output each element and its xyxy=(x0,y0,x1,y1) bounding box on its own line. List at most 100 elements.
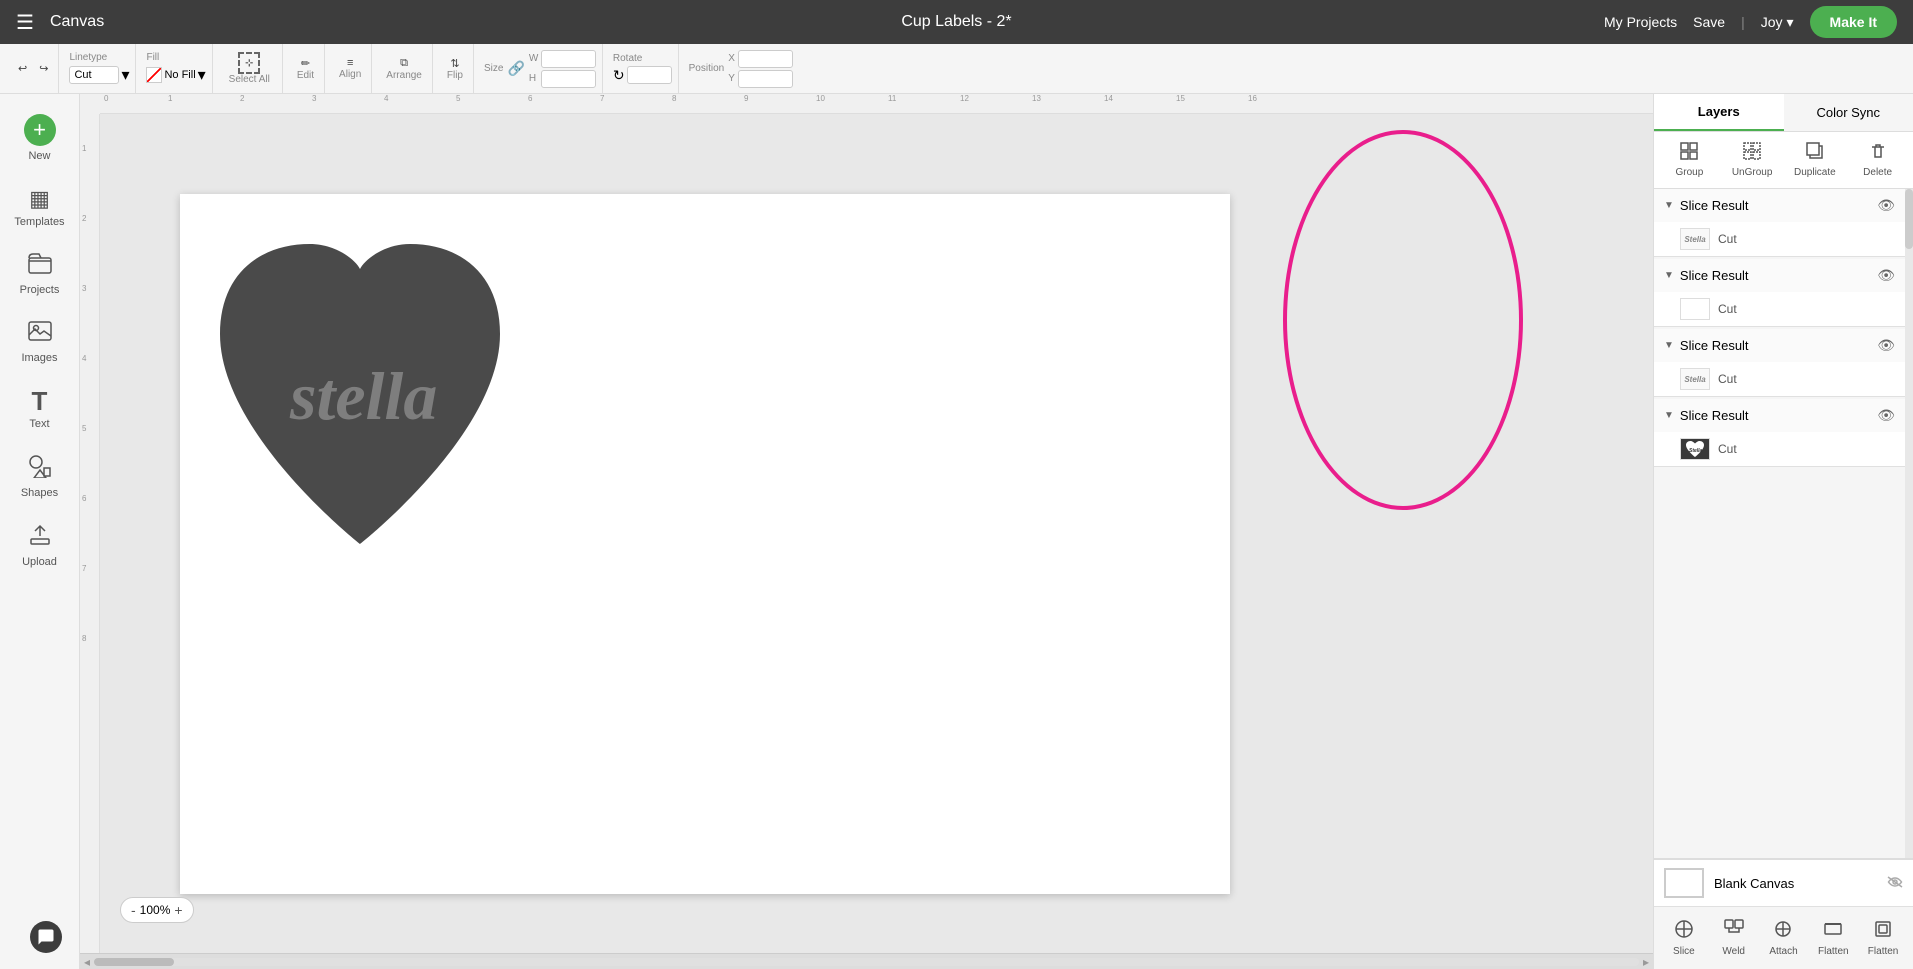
chat-bubble-button[interactable] xyxy=(30,921,62,953)
sidebar-item-projects[interactable]: Projects xyxy=(0,240,79,308)
ungroup-label: UnGroup xyxy=(1732,167,1773,178)
sidebar-templates-label: Templates xyxy=(14,216,64,228)
flatten2-button[interactable]: Flatten xyxy=(1859,913,1907,963)
width-input[interactable] xyxy=(541,50,596,68)
scroll-right-button[interactable]: ▸ xyxy=(1643,955,1649,969)
new-icon: + xyxy=(24,114,56,146)
blank-canvas-visibility-button[interactable] xyxy=(1887,876,1903,891)
layer-3-thumb-text: Stella xyxy=(1684,375,1705,384)
flatten-icon xyxy=(1823,919,1843,944)
save-button[interactable]: Save xyxy=(1693,14,1725,30)
layer-3-title: Slice Result xyxy=(1680,338,1877,353)
layer-3-item: Stella Cut xyxy=(1654,362,1905,396)
rotate-input[interactable] xyxy=(627,66,672,84)
text-icon: T xyxy=(32,388,48,414)
layer-group-4-header[interactable]: ▼ Slice Result 👁 xyxy=(1654,399,1905,432)
make-it-button[interactable]: Make It xyxy=(1810,6,1897,38)
arrange-button[interactable]: ⧉ Arrange xyxy=(382,53,426,85)
user-menu[interactable]: Joy ▾ xyxy=(1761,14,1794,31)
canvas-viewport[interactable]: stella - 100% + xyxy=(100,114,1653,953)
select-all-icon: ⊹ xyxy=(238,52,260,74)
layer-1-title: Slice Result xyxy=(1680,198,1877,213)
sidebar-item-new[interactable]: + New xyxy=(0,102,79,174)
layers-scrollbar[interactable] xyxy=(1905,189,1913,858)
y-input[interactable] xyxy=(738,70,793,88)
blank-canvas-thumbnail xyxy=(1664,868,1704,898)
layer-group-1-header[interactable]: ▼ Slice Result 👁 xyxy=(1654,189,1905,222)
x-input[interactable] xyxy=(738,50,793,68)
group-button[interactable]: Group xyxy=(1660,138,1719,182)
sidebar-item-upload[interactable]: Upload xyxy=(0,511,79,580)
my-projects-link[interactable]: My Projects xyxy=(1604,14,1677,30)
edit-icon: ✏ xyxy=(301,57,310,70)
align-button[interactable]: ≡ Align xyxy=(335,53,365,84)
weld-label: Weld xyxy=(1722,946,1745,957)
scrollbar-thumb[interactable] xyxy=(94,958,174,966)
flatten-button[interactable]: Flatten xyxy=(1809,913,1857,963)
linetype-input[interactable] xyxy=(69,66,119,84)
flip-button[interactable]: ⇅ Flip xyxy=(443,53,467,85)
edit-button[interactable]: ✏ Edit xyxy=(293,53,318,85)
fill-group: Fill No Fill ▾ xyxy=(140,44,212,93)
canvas-with-ruler: 1 2 3 4 5 6 7 8 stella xyxy=(80,114,1653,953)
layer-4-visibility-button[interactable]: 👁 xyxy=(1877,407,1895,424)
ruler-horizontal: 0 1 2 3 4 5 6 7 8 9 10 11 12 13 14 15 16 xyxy=(100,94,1653,114)
layer-2-item: Cut xyxy=(1654,292,1905,326)
layer-group-2-header[interactable]: ▼ Slice Result 👁 xyxy=(1654,259,1905,292)
tab-layers[interactable]: Layers xyxy=(1654,94,1784,131)
sidebar-item-templates[interactable]: ▦ Templates xyxy=(0,174,79,240)
layer-2-cut-label: Cut xyxy=(1718,302,1737,316)
w-label: W xyxy=(529,53,541,64)
align-icon: ≡ xyxy=(347,57,353,69)
right-panel: Layers Color Sync Group xyxy=(1653,94,1913,969)
sidebar-item-shapes[interactable]: Shapes xyxy=(0,442,79,511)
sidebar-item-images[interactable]: Images xyxy=(0,308,79,376)
delete-button[interactable]: Delete xyxy=(1848,138,1907,182)
tab-color-sync[interactable]: Color Sync xyxy=(1784,94,1913,131)
layer-4-thumbnail: Stella xyxy=(1680,438,1710,460)
canvas-scrollbar[interactable]: ◂ ▸ xyxy=(80,953,1653,969)
ungroup-button[interactable]: UnGroup xyxy=(1723,138,1782,182)
layer-3-visibility-button[interactable]: 👁 xyxy=(1877,337,1895,354)
arrange-icon: ⧉ xyxy=(400,57,408,70)
undo-button[interactable]: ↩ xyxy=(14,58,31,79)
weld-button[interactable]: Weld xyxy=(1710,913,1758,963)
zoom-in-button[interactable]: + xyxy=(174,902,182,918)
layers-scrollbar-thumb[interactable] xyxy=(1905,189,1913,249)
design-element[interactable]: stella xyxy=(200,214,520,589)
svg-text:Stella: Stella xyxy=(1689,448,1703,454)
select-all-button[interactable]: ⊹ Select All xyxy=(223,48,276,89)
slice-label: Slice xyxy=(1673,946,1695,957)
chat-icon xyxy=(37,928,55,946)
redo-button[interactable]: ↪ xyxy=(35,58,52,79)
layer-group-3: ▼ Slice Result 👁 Stella Cut xyxy=(1654,329,1905,397)
layer-1-chevron: ▼ xyxy=(1664,200,1674,211)
zoom-out-button[interactable]: - xyxy=(131,902,136,918)
delete-label: Delete xyxy=(1863,167,1892,178)
duplicate-label: Duplicate xyxy=(1794,167,1836,178)
height-input[interactable] xyxy=(541,70,596,88)
templates-icon: ▦ xyxy=(29,186,50,212)
flatten2-label: Flatten xyxy=(1868,946,1899,957)
scroll-left-button[interactable]: ◂ xyxy=(84,955,90,969)
layers-list: ▼ Slice Result 👁 Stella Cut ▼ xyxy=(1654,189,1905,858)
linetype-label: Linetype xyxy=(69,52,107,63)
layer-2-visibility-button[interactable]: 👁 xyxy=(1877,267,1895,284)
fill-label: Fill xyxy=(146,52,159,63)
svg-text:stella: stella xyxy=(289,358,437,434)
header-right: My Projects Save | Joy ▾ Make It xyxy=(1604,6,1897,38)
align-group: ≡ Align xyxy=(329,44,372,93)
duplicate-icon xyxy=(1806,142,1824,165)
undo-redo-group: ↩ ↪ xyxy=(8,44,59,93)
sidebar-item-text[interactable]: T Text xyxy=(0,376,79,442)
app-name: Canvas xyxy=(50,13,104,31)
layer-group-3-header[interactable]: ▼ Slice Result 👁 xyxy=(1654,329,1905,362)
attach-button[interactable]: Attach xyxy=(1760,913,1808,963)
scrollbar-track[interactable] xyxy=(94,958,1639,966)
slice-button[interactable]: Slice xyxy=(1660,913,1708,963)
bottom-panel: Blank Canvas xyxy=(1654,858,1913,969)
duplicate-button[interactable]: Duplicate xyxy=(1786,138,1845,182)
menu-icon[interactable]: ☰ xyxy=(16,10,34,35)
layer-1-visibility-button[interactable]: 👁 xyxy=(1877,197,1895,214)
attach-label: Attach xyxy=(1769,946,1797,957)
